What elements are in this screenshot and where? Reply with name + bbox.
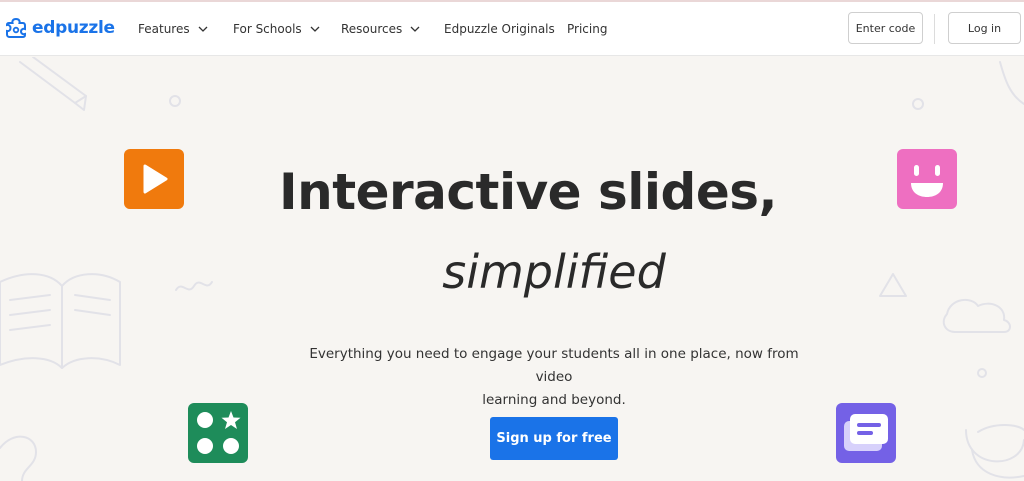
edpuzzle-logo[interactable]: edpuzzle	[4, 16, 115, 40]
top-navigation: edpuzzle Features For Schools Resources …	[0, 2, 1024, 56]
nav-features[interactable]: Features	[138, 2, 208, 56]
nav-for-schools-label: For Schools	[233, 22, 302, 36]
brand-name: edpuzzle	[32, 18, 115, 38]
nav-resources[interactable]: Resources	[341, 2, 420, 56]
log-in-button[interactable]: Log in	[948, 12, 1021, 44]
nav-for-schools[interactable]: For Schools	[233, 2, 320, 56]
nav-divider	[934, 14, 935, 44]
puzzle-logo-icon	[6, 17, 26, 38]
nav-features-label: Features	[138, 22, 190, 36]
shapes-icon	[197, 411, 241, 454]
nav-resources-label: Resources	[341, 22, 403, 36]
nav-edpuzzle-originals-label: Edpuzzle Originals	[444, 22, 555, 36]
slides-tile	[836, 403, 896, 463]
nav-pricing[interactable]: Pricing	[567, 2, 607, 56]
nav-pricing-label: Pricing	[567, 22, 608, 36]
hero-subtitle: simplified	[442, 245, 666, 299]
hero-description-line-2: learning and beyond.	[482, 392, 626, 408]
hero-description: Everything you need to engage your stude…	[300, 343, 808, 412]
chevron-down-icon	[198, 26, 208, 32]
enter-code-button[interactable]: Enter code	[848, 12, 923, 44]
chevron-down-icon	[310, 26, 320, 32]
nav-edpuzzle-originals[interactable]: Edpuzzle Originals	[444, 2, 555, 56]
chevron-down-icon	[410, 26, 420, 32]
slides-icon	[844, 414, 888, 451]
sign-up-button[interactable]: Sign up for free	[490, 417, 618, 460]
hero-title: Interactive slides,	[279, 163, 778, 221]
shapes-tile	[188, 403, 248, 463]
hero-description-line-1: Everything you need to engage your stude…	[309, 346, 799, 385]
